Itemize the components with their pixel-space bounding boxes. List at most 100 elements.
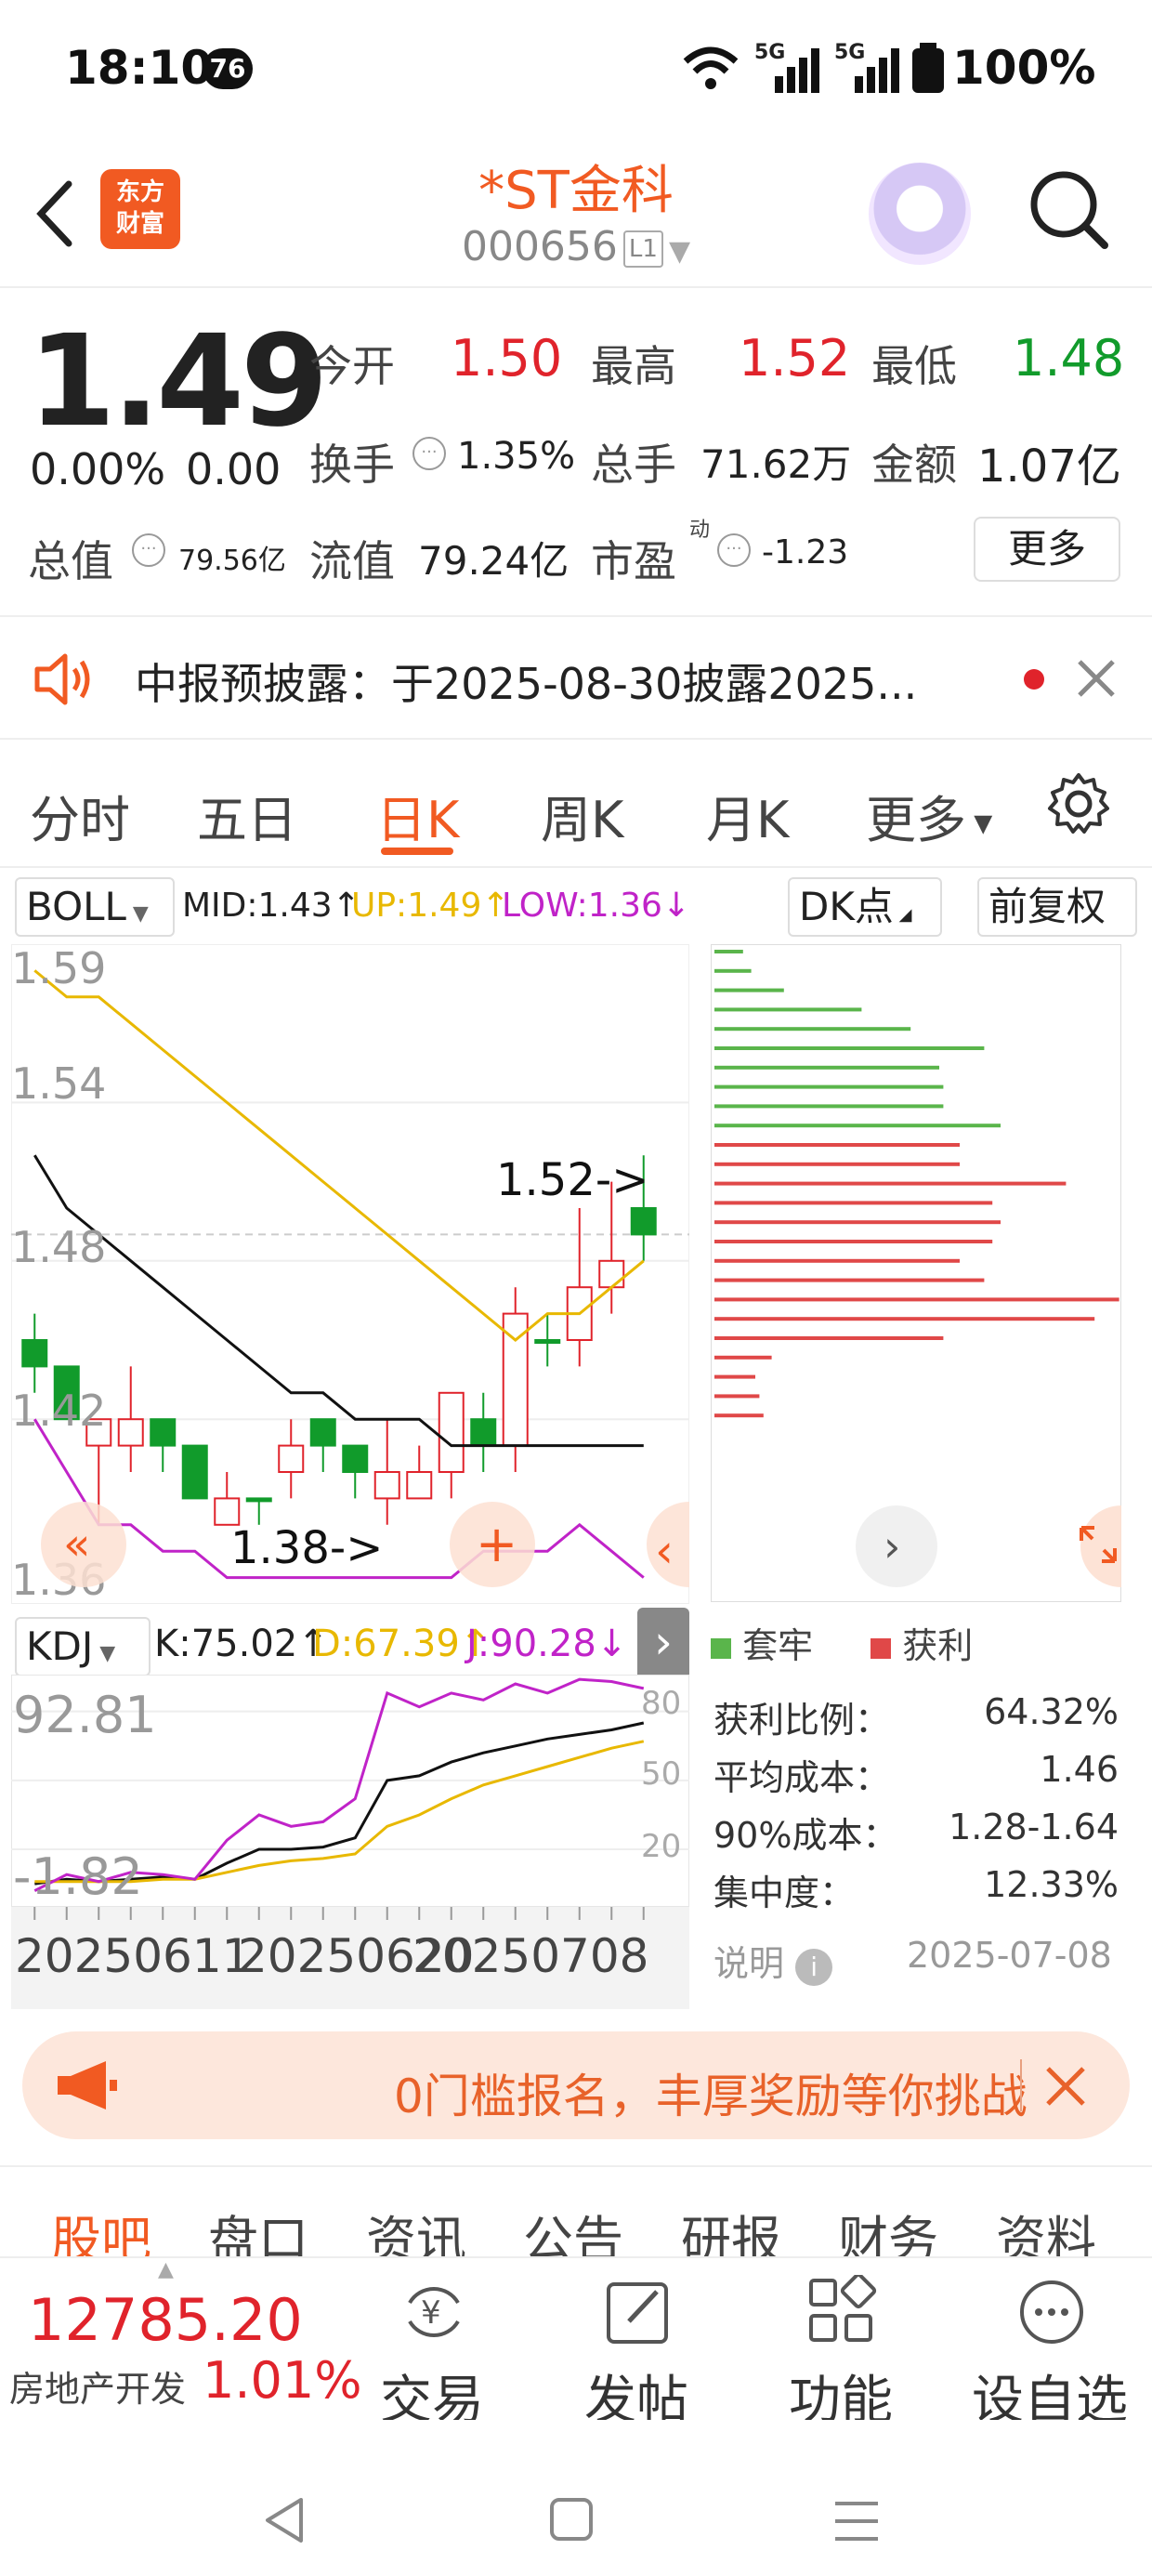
price-axis-label: 1.54 (11, 1058, 106, 1109)
info-icon[interactable]: ··· (717, 533, 751, 567)
chevron-left-icon[interactable]: ‹ (655, 1524, 674, 1578)
profit-bar (714, 1278, 985, 1282)
profit-bar (714, 1413, 764, 1418)
expand-panel-button[interactable]: › (637, 1608, 689, 1680)
profit-bar (714, 1181, 1067, 1186)
sector-index-change: 1.01% (203, 2351, 362, 2410)
active-tab-indicator (381, 848, 453, 855)
low-value: 1.48 (1013, 329, 1125, 388)
post-button[interactable]: 发帖 (553, 2258, 720, 2431)
close-icon[interactable] (1076, 658, 1117, 699)
candle-body (181, 1444, 208, 1500)
chip-note-link[interactable]: 说明 i (713, 1935, 833, 1986)
trapped-bar (714, 1027, 911, 1032)
candle-body (438, 1391, 465, 1473)
tab-monthly-k[interactable]: 月K (706, 779, 789, 852)
sector-index-value: 12785.20 (28, 2286, 303, 2354)
nav-back-icon[interactable] (260, 2494, 307, 2546)
kline-chart[interactable]: 1.59 1.54 1.48 1.42 1.36 1.52-> 1.38-> «… (11, 944, 689, 1604)
tab-daily-k[interactable]: 日K (376, 779, 459, 852)
trapped-bar (714, 968, 752, 973)
info-icon[interactable]: ··· (132, 533, 165, 567)
plus-icon: + (476, 1515, 517, 1573)
nav-home-icon[interactable] (548, 2496, 595, 2544)
expand-icon[interactable] (1078, 1524, 1119, 1565)
chip-concentration: 集中度： 12.33% (713, 1864, 1119, 1913)
candle-body (630, 1207, 657, 1236)
profit-bar (714, 1162, 960, 1166)
notice-text: 中报预披露：于2025-08-30披露2025... (135, 659, 918, 709)
indicator-select[interactable]: BOLL ▼ (15, 877, 175, 937)
info-icon: i (795, 1949, 833, 1986)
market-cap-value: 79.56亿 (178, 545, 286, 577)
more-quote-button[interactable]: 更多 (974, 517, 1120, 582)
stock-code-selector[interactable]: 000656 L1 ▼ (0, 223, 1152, 270)
boll-up: UP:1.49↑ (351, 887, 510, 925)
profit-bar (714, 1317, 1095, 1321)
svg-text:¥: ¥ (421, 2294, 441, 2332)
tab-more[interactable]: 更多 ▼ (866, 779, 992, 852)
change-amount: 0.00 (186, 444, 281, 494)
add-watchlist-button[interactable]: 设自选 (966, 2258, 1133, 2431)
trapped-bar (714, 1084, 944, 1089)
bottom-toolbar: 12785.20 ▲ 房地产开发 1.01% ¥ 交易 发帖 功能 设自选 (0, 2256, 1152, 2431)
chip-distribution-chart: › (711, 944, 1121, 1602)
kdj-chart[interactable]: 92.81 -1.82 80 50 20 20250611 20250620 2… (11, 1675, 689, 2009)
sector-index[interactable]: 12785.20 ▲ 房地产开发 1.01% (0, 2258, 362, 2422)
stock-code: 000656 (461, 223, 618, 270)
float-cap-value: 79.24亿 (418, 538, 569, 584)
candle-body (406, 1471, 433, 1500)
trade-button[interactable]: ¥ 交易 (348, 2258, 516, 2431)
double-chevron-left-icon: « (63, 1518, 90, 1571)
open-label: 今开 (309, 341, 395, 391)
high-label: 最高 (591, 341, 676, 391)
chevron-right-icon: › (654, 1615, 673, 1669)
turnover-label: 换手 (309, 440, 395, 490)
chevron-right-icon: › (884, 1521, 900, 1571)
nav-menu-icon[interactable] (831, 2498, 882, 2544)
dk-point-toggle[interactable]: DK点 ◢ (788, 877, 942, 937)
profit-bar (714, 1220, 1001, 1225)
close-icon[interactable] (1044, 2065, 1087, 2108)
kdj-select[interactable]: KDJ ▼ (15, 1617, 151, 1676)
candle-body (309, 1418, 336, 1447)
trapped-swatch (711, 1637, 731, 1659)
adjust-select[interactable]: 前复权 (977, 877, 1137, 937)
profit-bar (714, 1374, 755, 1379)
status-bar: 18:10 76 5G 5G 100% (0, 0, 1152, 139)
divider (1020, 2059, 1022, 2111)
more-dots-icon (1020, 2280, 1083, 2344)
promo-banner[interactable]: 0门槛报名，丰厚奖励等你挑战 (22, 2031, 1130, 2139)
yen-exchange-icon: ¥ (408, 2286, 460, 2338)
profit-bar (714, 1258, 960, 1263)
tab-intraday[interactable]: 分时 (30, 779, 130, 852)
trapped-bar (714, 1124, 1001, 1128)
turnover-value: 1.35% (457, 435, 576, 478)
boll-mid: MID:1.43↑ (182, 887, 360, 925)
open-value: 1.50 (451, 329, 563, 388)
caret-down-icon: ▼ (125, 902, 149, 926)
speaker-icon (34, 653, 90, 705)
search-icon[interactable] (1027, 167, 1110, 251)
chip-date: 2025-07-08 (907, 1935, 1112, 1976)
float-cap-label: 流值 (309, 536, 395, 586)
kdj-max-label: 92.81 (13, 1686, 157, 1744)
gear-icon[interactable] (1046, 771, 1111, 836)
notice-bar[interactable]: 中报预披露：于2025-08-30披露2025... (0, 615, 1152, 740)
tab-weekly-k[interactable]: 周K (541, 779, 623, 852)
info-icon[interactable]: ··· (412, 437, 446, 470)
price-axis-label: 1.42 (11, 1386, 106, 1436)
high-value: 1.52 (739, 329, 851, 388)
assistant-robot-avatar[interactable] (869, 163, 971, 265)
tab-five-day[interactable]: 五日 (197, 779, 297, 852)
caret-down-icon: ▼ (668, 235, 691, 268)
max-price-marker: 1.52-> (496, 1154, 648, 1206)
volume-value: 71.62万 (700, 441, 852, 487)
caret-up-icon: ▲ (158, 2258, 174, 2281)
last-price: 1.49 (28, 309, 329, 455)
chip-90-cost: 90%成本： 1.28-1.64 (713, 1807, 1119, 1856)
pe-dynamic-sup: 动 (689, 519, 711, 542)
chip-profit-ratio: 获利比例： 64.32% (713, 1691, 1119, 1741)
candle-body (278, 1444, 305, 1473)
functions-button[interactable]: 功能 (757, 2258, 924, 2431)
